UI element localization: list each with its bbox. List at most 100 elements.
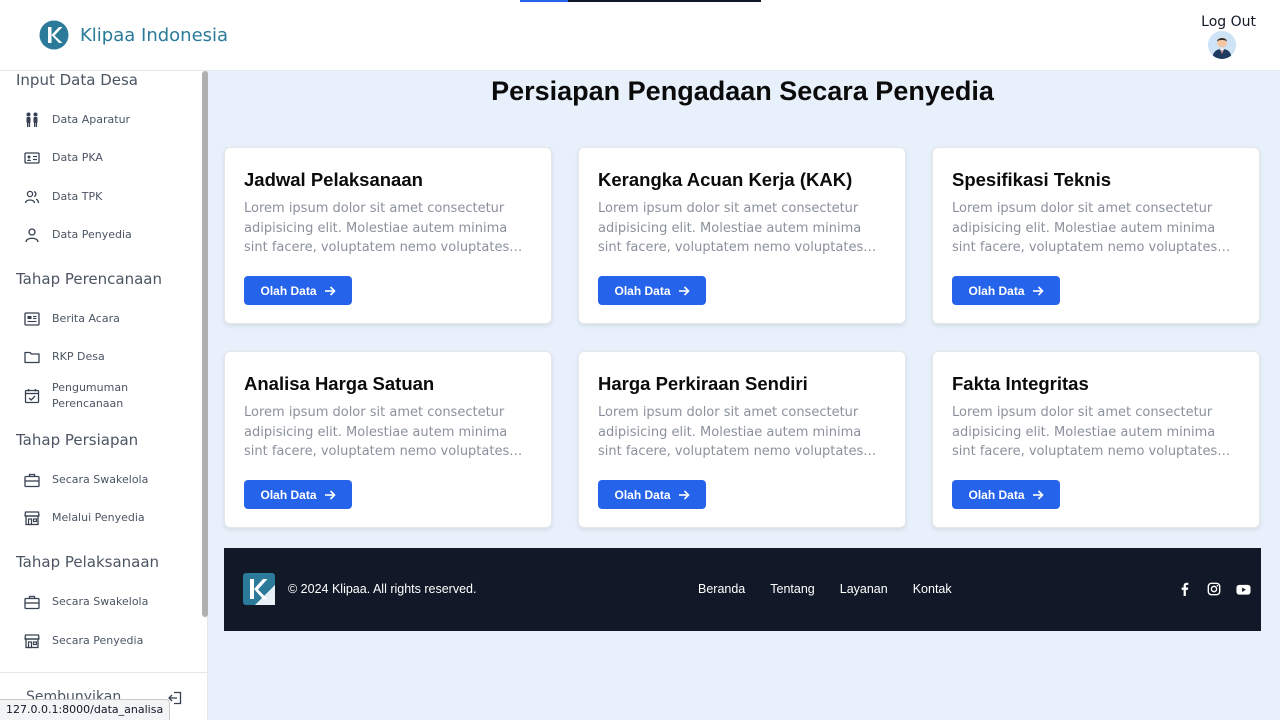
folder-icon [24,349,40,365]
footer-link-layanan[interactable]: Layanan [840,582,888,596]
card-description: Lorem ipsum dolor sit amet consectetur a… [598,405,864,459]
footer-social-links [1164,581,1251,597]
footer-nav: Beranda Tentang Layanan Kontak [698,582,977,596]
button-label: Olah Data [260,283,317,298]
store-icon [24,633,40,649]
news-icon [24,311,40,327]
arrow-right-icon [678,489,690,500]
card-spesifikasi-teknis: Spesifikasi Teknis Lorem ipsum dolor sit… [932,147,1260,324]
arrow-right-icon [324,489,336,500]
sidebar-item-label: Melalui Penyedia [52,511,145,524]
card-analisa-harga-satuan: Analisa Harga Satuan Lorem ipsum dolor s… [224,351,552,528]
sidebar-item-data-tpk[interactable]: Data TPK [24,189,194,205]
logout-arrow-icon[interactable] [168,691,182,705]
card-title: Analisa Harga Satuan [244,373,435,394]
sidebar-item-berita-acara[interactable]: Berita Acara [24,311,194,327]
sidebar-section-tahap-pelaksanaan: Tahap Pelaksanaan [16,553,160,571]
user-icon [24,227,40,243]
sidebar-item-label: Secara Swakelola [52,595,149,608]
sidebar-item-label: Secara Penyedia [52,634,144,647]
facebook-icon[interactable] [1177,581,1193,597]
store-icon [24,510,40,526]
arrow-right-icon [324,285,336,296]
sidebar-item-data-aparatur[interactable]: Data Aparatur [24,112,194,128]
sidebar-item-label: Secara Swakelola [52,473,149,486]
briefcase-icon [24,472,40,488]
olah-data-button[interactable]: Olah Data [952,480,1060,509]
footer: © 2024 Klipaa. All rights reserved. Bera… [224,548,1261,631]
card-description: Lorem ipsum dolor sit amet consectetur a… [952,405,1218,459]
page-load-progress-bar [520,0,761,2]
footer-copyright: © 2024 Klipaa. All rights reserved. [288,582,477,596]
sidebar: Input Data Desa Data Aparatur Data PKA D… [0,71,208,720]
arrow-right-icon [678,285,690,296]
card-harga-perkiraan-sendiri: Harga Perkiraan Sendiri Lorem ipsum dolo… [578,351,906,528]
button-label: Olah Data [614,283,671,298]
sidebar-item-label: Data TPK [52,190,103,203]
card-description: Lorem ipsum dolor sit amet consectetur a… [244,405,510,459]
page-load-progress-fill [520,0,569,2]
sidebar-item-label: Data PKA [52,151,103,164]
footer-link-tentang[interactable]: Tentang [770,582,814,596]
sidebar-item-secara-penyedia[interactable]: Secara Penyedia [24,633,194,649]
sidebar-scrollbar[interactable] [202,71,208,617]
page-title: Persiapan Pengadaan Secara Penyedia [491,76,994,106]
sidebar-section-tahap-perencanaan: Tahap Perencanaan [16,270,163,288]
sidebar-item-label: RKP Desa [52,350,105,363]
calendar-check-icon [24,388,40,404]
card-kerangka-acuan-kerja: Kerangka Acuan Kerja (KAK) Lorem ipsum d… [578,147,906,324]
sidebar-divider [0,672,207,673]
button-label: Olah Data [614,487,671,502]
youtube-icon[interactable] [1235,581,1251,597]
arrow-right-icon [1032,285,1044,296]
olah-data-button[interactable]: Olah Data [244,480,352,509]
button-label: Olah Data [968,283,1025,298]
card-title: Jadwal Pelaksanaan [244,169,423,190]
olah-data-button[interactable]: Olah Data [952,276,1060,305]
olah-data-button[interactable]: Olah Data [598,480,706,509]
brand[interactable]: Klipaa Indonesia [39,20,228,50]
sidebar-item-melalui-penyedia[interactable]: Melalui Penyedia [24,510,194,526]
card-jadwal-pelaksanaan: Jadwal Pelaksanaan Lorem ipsum dolor sit… [224,147,552,324]
sidebar-item-label: Data Penyedia [52,228,132,241]
avatar[interactable] [1208,31,1236,59]
olah-data-button[interactable]: Olah Data [244,276,352,305]
sidebar-item-label: Berita Acara [52,312,120,325]
sidebar-item-data-pka[interactable]: Data PKA [24,150,194,166]
logout-button[interactable]: Log Out [1201,14,1256,30]
id-card-icon [24,150,40,166]
brand-name: Klipaa Indonesia [80,24,229,46]
klipaa-logo-icon [39,20,69,50]
footer-link-beranda[interactable]: Beranda [698,582,745,596]
people-icon [24,112,40,128]
status-bar-url: 127.0.0.1:8000/data_analisa [0,699,171,720]
button-label: Olah Data [968,487,1025,502]
sidebar-item-pengumuman-perencanaan[interactable]: Pengumuman Perencanaan [24,380,194,412]
users-icon [24,189,40,205]
sidebar-section-input-data-desa: Input Data Desa [16,71,138,89]
sidebar-section-tahap-persiapan: Tahap Persiapan [16,431,139,449]
sidebar-item-rkp-desa[interactable]: RKP Desa [24,349,194,365]
instagram-icon[interactable] [1206,581,1222,597]
sidebar-item-pelaksanaan-secara-swakelola[interactable]: Secara Swakelola [24,594,194,610]
sidebar-item-data-penyedia[interactable]: Data Penyedia [24,227,194,243]
klipaa-logo-icon [243,573,275,605]
card-description: Lorem ipsum dolor sit amet consectetur a… [244,201,510,255]
arrow-right-icon [1032,489,1044,500]
user-avatar-icon [1208,31,1236,59]
briefcase-icon [24,594,40,610]
button-label: Olah Data [260,487,317,502]
card-fakta-integritas: Fakta Integritas Lorem ipsum dolor sit a… [932,351,1260,528]
card-title: Fakta Integritas [952,373,1089,394]
olah-data-button[interactable]: Olah Data [598,276,706,305]
card-title: Harga Perkiraan Sendiri [598,373,808,394]
sidebar-item-secara-swakelola[interactable]: Secara Swakelola [24,472,194,488]
card-description: Lorem ipsum dolor sit amet consectetur a… [598,201,864,255]
card-title: Kerangka Acuan Kerja (KAK) [598,169,853,190]
sidebar-item-label: Pengumuman Perencanaan [52,381,129,410]
card-description: Lorem ipsum dolor sit amet consectetur a… [952,201,1218,255]
card-title: Spesifikasi Teknis [952,169,1112,190]
sidebar-item-label: Data Aparatur [52,113,131,126]
header: Klipaa Indonesia Log Out [0,0,1280,71]
footer-link-kontak[interactable]: Kontak [913,582,952,596]
